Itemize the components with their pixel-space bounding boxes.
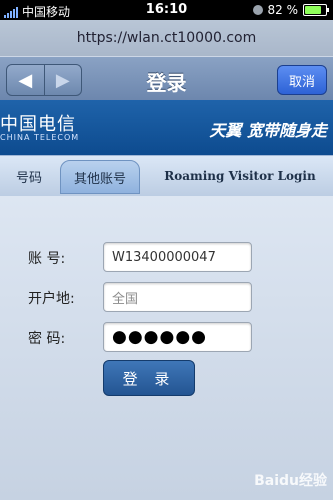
account-row: 账 号: W13400000047 bbox=[0, 242, 333, 272]
url-bar[interactable]: https://wlan.ct10000.com bbox=[0, 20, 333, 56]
brand-logo-english: CHINA TELECOM bbox=[0, 133, 80, 142]
battery-area: 82 % bbox=[252, 3, 329, 17]
url-text: https://wlan.ct10000.com bbox=[76, 30, 257, 46]
battery-percent: 82 % bbox=[267, 3, 299, 17]
account-label: 账 号: bbox=[28, 251, 66, 267]
account-input[interactable]: W13400000047 bbox=[103, 242, 252, 272]
brand-slogan: 天翼 宽带随身走 bbox=[209, 121, 327, 140]
login-form: 账 号: W13400000047 开户地: 全国 密 码: ●●●●●● 登 … bbox=[0, 196, 333, 500]
login-tabs: 号码 其他账号 Roaming Visitor Login bbox=[0, 155, 333, 197]
region-select[interactable]: 全国 bbox=[103, 282, 252, 312]
tab-phone-number[interactable]: 号码 bbox=[0, 160, 58, 192]
region-label: 开户地: bbox=[28, 291, 75, 307]
status-bar: 中国移动 16:10 82 % bbox=[0, 0, 333, 20]
battery-icon bbox=[303, 4, 329, 16]
brand-banner: 中国电信 CHINA TELECOM 天翼 宽带随身走 bbox=[0, 100, 333, 155]
navigation-bar: ◀ ▶ 登录 取消 bbox=[0, 56, 333, 102]
cancel-button[interactable]: 取消 bbox=[277, 65, 327, 95]
password-input[interactable]: ●●●●●● bbox=[103, 322, 252, 352]
region-row: 开户地: 全国 bbox=[0, 282, 333, 312]
tab-roaming-visitor[interactable]: Roaming Visitor Login bbox=[150, 160, 330, 192]
watermark: Baidu经验 bbox=[254, 473, 327, 489]
password-row: 密 码: ●●●●●● bbox=[0, 322, 333, 352]
password-label: 密 码: bbox=[28, 331, 66, 347]
tab-other-account[interactable]: 其他账号 bbox=[60, 160, 140, 194]
orientation-lock-icon bbox=[252, 5, 263, 15]
login-button[interactable]: 登 录 bbox=[103, 360, 195, 396]
